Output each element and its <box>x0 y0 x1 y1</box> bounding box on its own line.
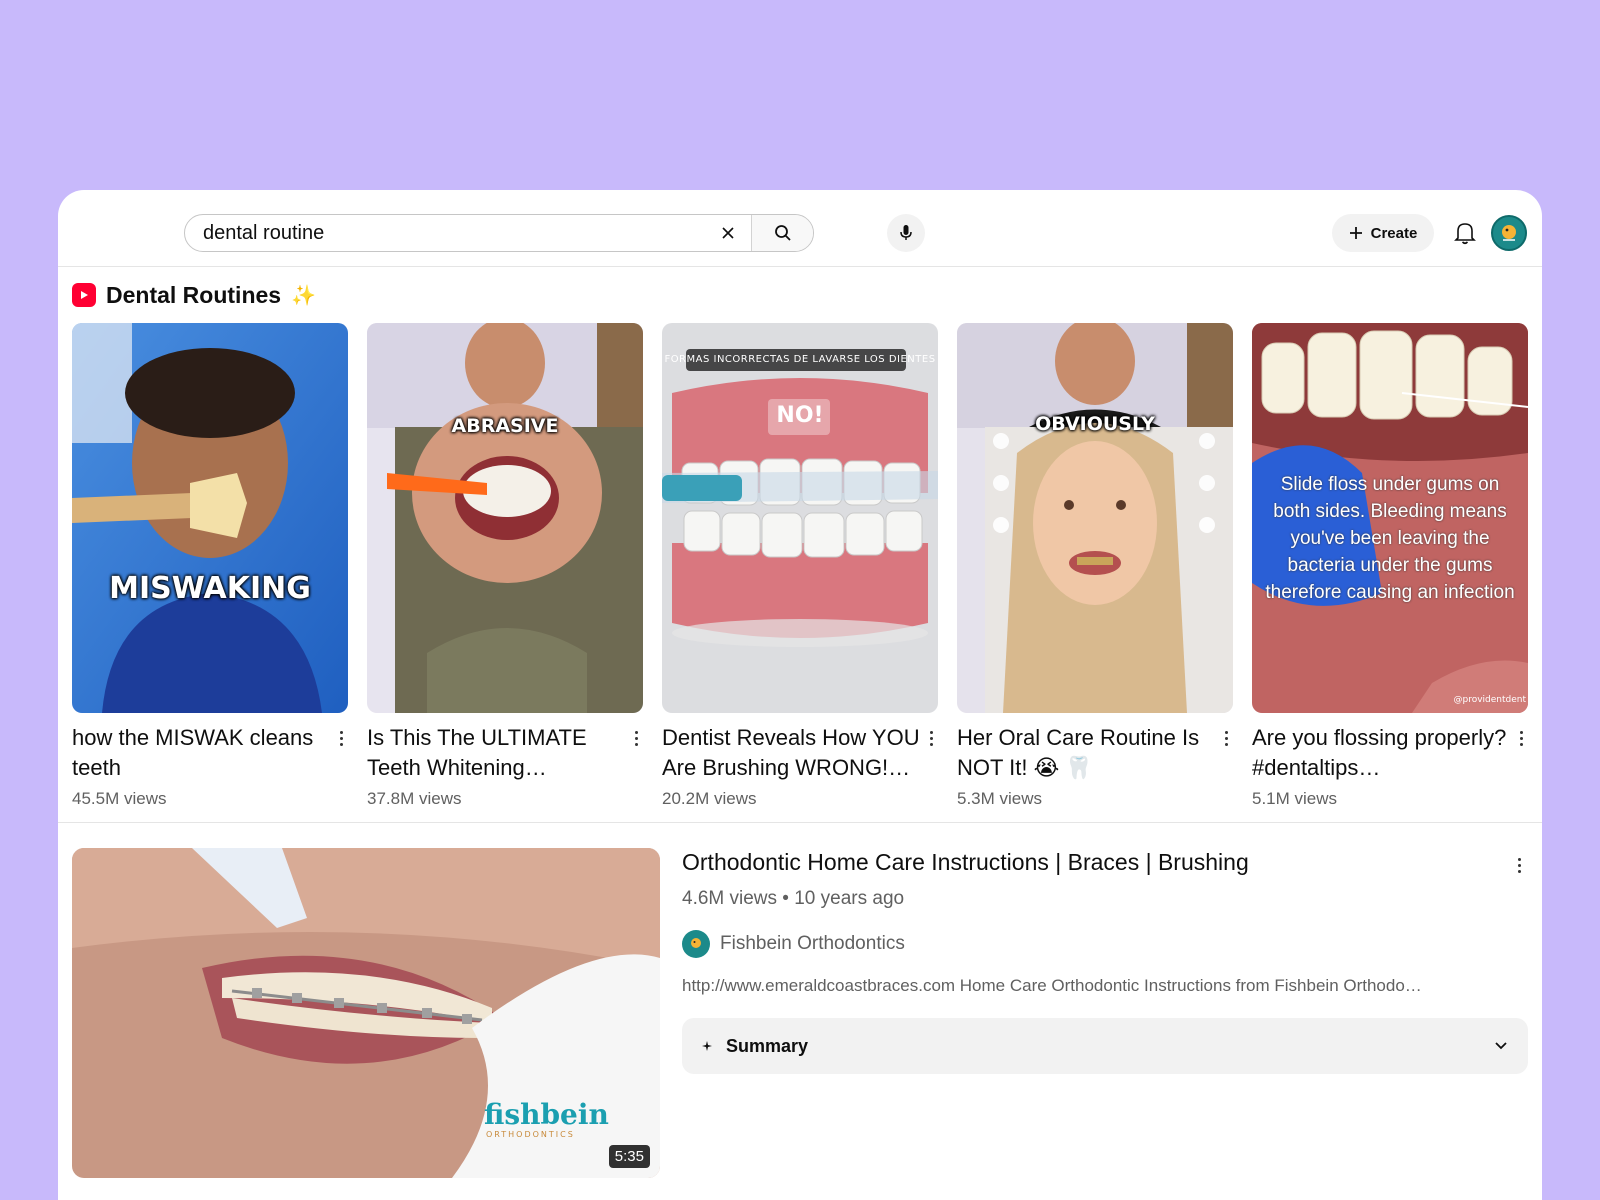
close-icon <box>722 227 734 239</box>
short-overlay-text: OBVIOUSLY <box>1035 413 1155 435</box>
more-actions-icon[interactable] <box>924 723 938 783</box>
short-views: 5.3M views <box>957 789 1043 808</box>
clear-search-button[interactable] <box>705 215 751 251</box>
short-card[interactable]: ABRASIVE Is This The ULTIMATE Teeth Whit… <box>367 323 643 809</box>
short-title[interactable]: Her Oral Care Routine Is NOT It! 😭 🦷 <box>957 723 1219 783</box>
video-title[interactable]: Orthodontic Home Care Instructions | Bra… <box>682 846 1528 878</box>
short-views: 37.8M views <box>367 789 462 808</box>
search-icon <box>774 225 791 241</box>
short-title[interactable]: Is This The ULTIMATE Teeth Whitening… <box>367 723 629 783</box>
more-actions-icon[interactable] <box>1512 850 1526 873</box>
video-meta: 4.6M views • 10 years ago <box>682 888 905 909</box>
shorts-shelf: MISWAKING how the MISWAK cleans teeth 45… <box>72 323 1528 813</box>
channel-avatar[interactable] <box>682 930 710 958</box>
video-description: http://www.emeraldcoastbraces.com Home C… <box>682 976 1422 995</box>
short-title[interactable]: Dentist Reveals How YOU Are Brushing WRO… <box>662 723 924 783</box>
short-card[interactable]: FORMAS INCORRECTAS DE LAVARSE LOS DIENTE… <box>662 323 938 809</box>
channel-logo-icon <box>1502 225 1516 241</box>
short-caption-text: FORMAS INCORRECTAS DE LAVARSE LOS DIENTE… <box>664 354 936 365</box>
app-window: dental routine Create Dental Routines ✨ … <box>58 190 1542 1200</box>
short-overlay-text: ABRASIVE <box>451 415 559 437</box>
more-actions-icon[interactable] <box>1514 723 1528 783</box>
short-overlay-text: MISWAKING <box>109 571 311 606</box>
create-button[interactable]: Create <box>1332 214 1434 252</box>
plus-icon <box>1349 227 1362 239</box>
more-actions-icon[interactable] <box>1219 723 1233 783</box>
shelf-title: Dental Routines ✨ <box>72 280 316 310</box>
account-avatar[interactable] <box>1491 215 1527 251</box>
summary-expander[interactable]: Summary <box>682 1018 1528 1074</box>
section-divider <box>58 822 1542 823</box>
short-title[interactable]: how the MISWAK cleans teeth <box>72 723 334 783</box>
top-bar: dental routine Create <box>58 190 1542 267</box>
microphone-icon <box>900 225 912 240</box>
short-views: 5.1M views <box>1252 789 1338 808</box>
short-thumbnail[interactable]: Slide floss under gums on both sides. Bl… <box>1252 323 1528 713</box>
chevron-down-icon <box>1495 1042 1507 1050</box>
short-card[interactable]: Slide floss under gums on both sides. Bl… <box>1252 323 1528 809</box>
shelf-title-text: Dental Routines <box>106 281 282 308</box>
thumbnail-brand-sub: ORTHODONTICS <box>486 1130 575 1139</box>
sparkle-icon: ✨ <box>291 284 316 307</box>
channel-name[interactable]: Fishbein Orthodontics <box>720 933 905 955</box>
video-thumbnail[interactable]: fishbein ORTHODONTICS 5:35 <box>72 848 660 1178</box>
short-overlay-text: NO! <box>776 403 824 428</box>
notifications-button[interactable] <box>1450 218 1480 248</box>
create-label: Create <box>1370 224 1418 242</box>
short-title[interactable]: Are you flossing properly? #dentaltips… <box>1252 723 1514 783</box>
bell-icon <box>1454 223 1476 245</box>
short-overlay-text: Slide floss under gums on both sides. Bl… <box>1265 474 1515 603</box>
shorts-icon <box>72 283 96 307</box>
short-views: 45.5M views <box>72 789 167 808</box>
thumbnail-brand: fishbein <box>484 1098 609 1131</box>
video-duration: 5:35 <box>608 1145 650 1168</box>
summary-label: Summary <box>726 1035 809 1056</box>
sparkle-icon <box>702 1041 712 1051</box>
short-card[interactable]: MISWAKING how the MISWAK cleans teeth 45… <box>72 323 348 809</box>
search-box[interactable]: dental routine <box>184 214 814 252</box>
video-info: Orthodontic Home Care Instructions | Bra… <box>682 846 1528 1074</box>
more-actions-icon[interactable] <box>334 723 348 783</box>
voice-search-button[interactable] <box>887 214 925 252</box>
search-button[interactable] <box>751 215 813 251</box>
short-thumbnail[interactable]: FORMAS INCORRECTAS DE LAVARSE LOS DIENTE… <box>662 323 938 713</box>
short-thumbnail[interactable]: OBVIOUSLY <box>957 323 1233 713</box>
channel-row[interactable]: Fishbein Orthodontics <box>682 930 1528 958</box>
short-thumbnail[interactable]: MISWAKING <box>72 323 348 713</box>
search-input[interactable]: dental routine <box>185 215 705 251</box>
short-views: 20.2M views <box>662 789 757 808</box>
short-watermark: @providentdent <box>1453 695 1526 705</box>
more-actions-icon[interactable] <box>629 723 643 783</box>
short-card[interactable]: OBVIOUSLY Her Oral Care Routine Is NOT I… <box>957 323 1233 809</box>
short-thumbnail[interactable]: ABRASIVE <box>367 323 643 713</box>
